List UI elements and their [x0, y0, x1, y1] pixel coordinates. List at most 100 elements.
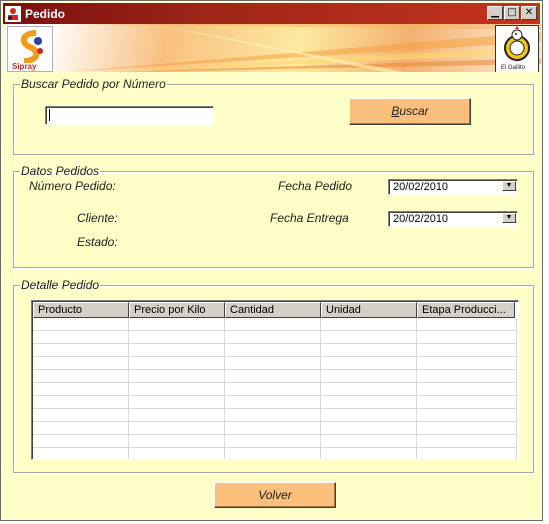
table-cell[interactable]	[129, 370, 225, 382]
table-cell[interactable]	[33, 344, 129, 356]
table-cell[interactable]	[129, 383, 225, 395]
table-cell[interactable]	[33, 435, 129, 447]
volver-button[interactable]: Volver	[214, 482, 336, 508]
table-cell[interactable]	[417, 396, 517, 408]
fecha-pedido-picker[interactable]: 20/02/2010 ▼	[388, 179, 518, 195]
fecha-entrega-label: Fecha Entrega	[270, 211, 349, 225]
table-cell[interactable]	[225, 344, 321, 356]
table-cell[interactable]	[321, 370, 417, 382]
table-row[interactable]	[33, 448, 517, 459]
table-cell[interactable]	[225, 331, 321, 343]
table-cell[interactable]	[129, 448, 225, 459]
table-cell[interactable]	[33, 448, 129, 459]
maximize-icon[interactable]: □	[504, 6, 520, 20]
table-cell[interactable]	[417, 331, 517, 343]
table-cell[interactable]	[33, 396, 129, 408]
column-unidad[interactable]: Unidad	[321, 302, 417, 318]
grid-header: Producto Precio por Kilo Cantidad Unidad…	[33, 302, 515, 318]
table-row[interactable]	[33, 344, 517, 357]
table-cell[interactable]	[225, 357, 321, 369]
table-cell[interactable]	[417, 318, 517, 330]
table-cell[interactable]	[33, 422, 129, 434]
table-cell[interactable]	[321, 396, 417, 408]
table-cell[interactable]	[225, 318, 321, 330]
table-row[interactable]	[33, 396, 517, 409]
table-cell[interactable]	[321, 318, 417, 330]
table-cell[interactable]	[129, 318, 225, 330]
table-cell[interactable]	[225, 370, 321, 382]
column-etapa-produccion[interactable]: Etapa Producci...	[417, 302, 515, 318]
table-cell[interactable]	[321, 331, 417, 343]
order-number-input[interactable]	[45, 106, 214, 125]
table-cell[interactable]	[33, 331, 129, 343]
table-cell[interactable]	[417, 409, 517, 421]
header-banner: Sipray El Gallito	[4, 24, 541, 72]
table-row[interactable]	[33, 409, 517, 422]
fecha-entrega-value: 20/02/2010	[393, 213, 449, 225]
table-cell[interactable]	[417, 344, 517, 356]
column-cantidad[interactable]: Cantidad	[225, 302, 321, 318]
table-row[interactable]	[33, 318, 517, 331]
table-row[interactable]	[33, 370, 517, 383]
table-cell[interactable]	[33, 318, 129, 330]
table-cell[interactable]	[321, 344, 417, 356]
table-cell[interactable]	[129, 331, 225, 343]
chevron-down-icon[interactable]: ▼	[502, 213, 516, 223]
grid-body	[33, 318, 517, 459]
table-row[interactable]	[33, 422, 517, 435]
app-icon[interactable]	[5, 5, 21, 22]
table-row[interactable]	[33, 383, 517, 396]
table-cell[interactable]	[321, 409, 417, 421]
table-cell[interactable]	[225, 435, 321, 447]
detalle-grid[interactable]: Producto Precio por Kilo Cantidad Unidad…	[31, 300, 519, 460]
table-cell[interactable]	[321, 448, 417, 459]
table-cell[interactable]	[33, 370, 129, 382]
chevron-down-icon[interactable]: ▼	[502, 181, 516, 191]
cliente-label: Cliente:	[77, 211, 118, 225]
table-row[interactable]	[33, 435, 517, 448]
window-title: Pedido	[25, 6, 66, 21]
estado-label: Estado:	[77, 235, 118, 249]
table-row[interactable]	[33, 357, 517, 370]
table-cell[interactable]	[225, 383, 321, 395]
table-cell[interactable]	[321, 435, 417, 447]
details-legend: Datos Pedidos	[21, 164, 100, 178]
table-cell[interactable]	[225, 422, 321, 434]
table-cell[interactable]	[129, 435, 225, 447]
table-cell[interactable]	[129, 422, 225, 434]
fecha-pedido-value: 20/02/2010	[393, 181, 449, 193]
table-cell[interactable]	[33, 383, 129, 395]
table-cell[interactable]	[33, 409, 129, 421]
text-cursor	[49, 109, 50, 121]
table-cell[interactable]	[321, 422, 417, 434]
el-gallito-logo: El Gallito	[495, 25, 539, 72]
table-cell[interactable]	[225, 448, 321, 459]
el-gallito-logo-text: El Gallito	[501, 65, 526, 71]
buscar-button[interactable]: Buscar	[349, 98, 471, 125]
table-cell[interactable]	[417, 422, 517, 434]
column-precio-kilo[interactable]: Precio por Kilo	[129, 302, 225, 318]
table-cell[interactable]	[417, 435, 517, 447]
minimize-icon[interactable]: ▁	[487, 6, 503, 20]
title-bar[interactable]: Pedido ▁ □ ✕	[3, 3, 540, 24]
table-cell[interactable]	[129, 344, 225, 356]
table-cell[interactable]	[225, 409, 321, 421]
table-cell[interactable]	[225, 396, 321, 408]
table-row[interactable]	[33, 331, 517, 344]
fecha-entrega-picker[interactable]: 20/02/2010 ▼	[388, 211, 518, 227]
table-cell[interactable]	[33, 357, 129, 369]
table-cell[interactable]	[129, 409, 225, 421]
table-cell[interactable]	[417, 357, 517, 369]
table-cell[interactable]	[417, 383, 517, 395]
column-producto[interactable]: Producto	[33, 302, 129, 318]
pedido-window: Pedido ▁ □ ✕ Sipray El Gallito Buscar Pe…	[0, 0, 543, 521]
table-cell[interactable]	[129, 357, 225, 369]
fecha-pedido-label: Fecha Pedido	[278, 179, 353, 193]
close-icon[interactable]: ✕	[521, 6, 537, 20]
table-cell[interactable]	[321, 357, 417, 369]
search-legend: Buscar Pedido por Número	[21, 77, 166, 91]
table-cell[interactable]	[417, 370, 517, 382]
table-cell[interactable]	[129, 396, 225, 408]
table-cell[interactable]	[417, 448, 517, 459]
table-cell[interactable]	[321, 383, 417, 395]
